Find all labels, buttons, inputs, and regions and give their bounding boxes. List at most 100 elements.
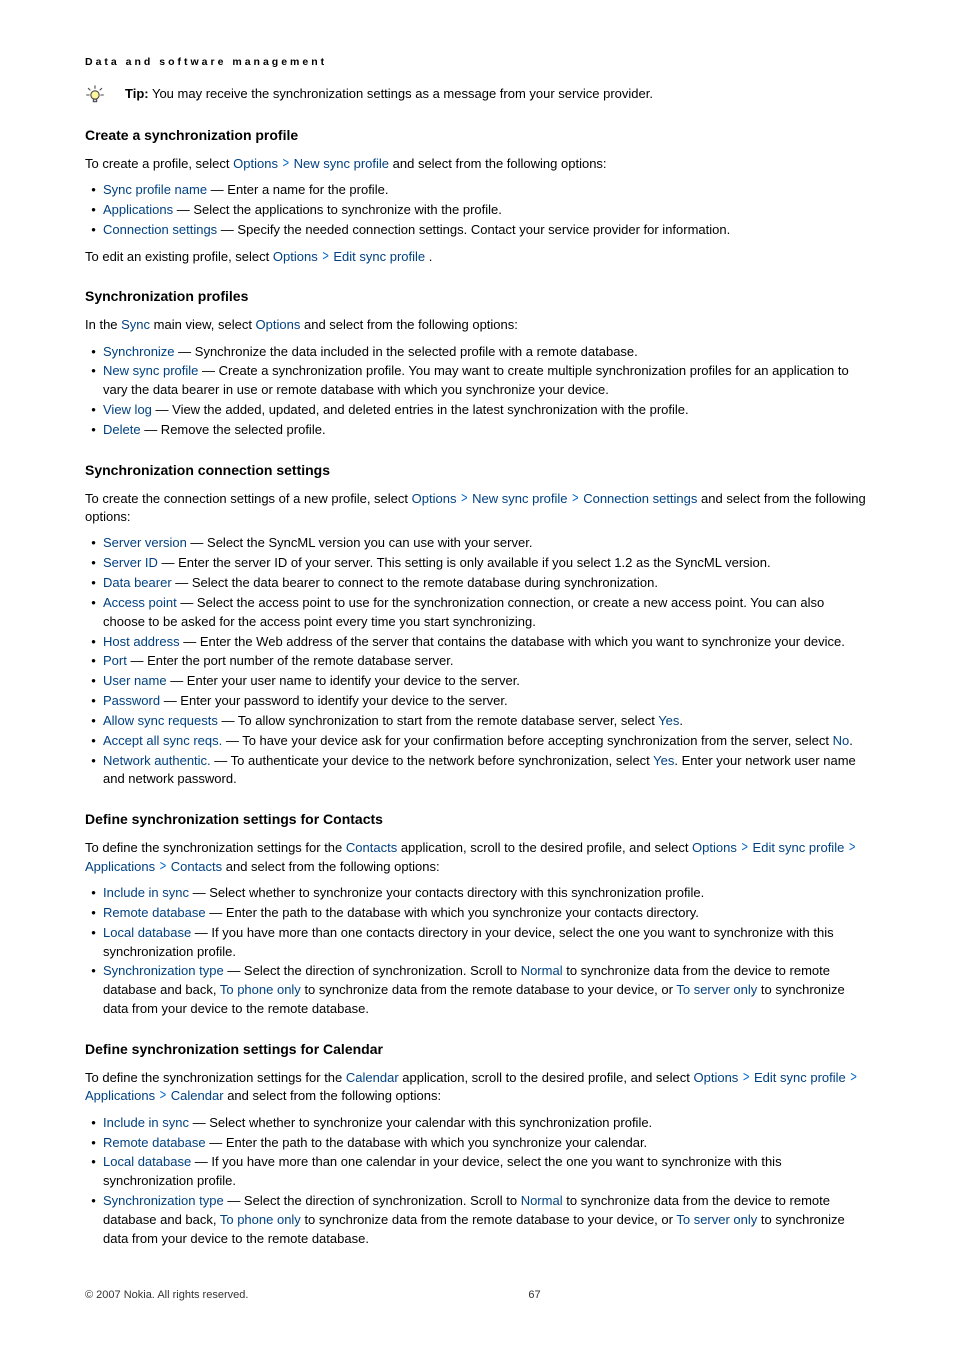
list-item: Synchronization type — Select the direct… [103,1192,869,1249]
sync-profiles-intro: In the Sync main view, select Options an… [85,316,869,334]
value-to-server-only: To server only [676,1212,757,1227]
chevron-icon: > [160,857,166,877]
list-item: Include in sync — Select whether to sync… [103,1114,869,1133]
list-item: Allow sync requests — To allow synchroni… [103,712,869,731]
option-desc: — Select the data bearer to connect to t… [172,575,658,590]
option-name: Password [103,693,160,708]
option-desc: — Select the access point to use for the… [103,595,824,629]
link-options[interactable]: Options [233,156,278,171]
tip-body: You may receive the synchronization sett… [149,86,653,101]
value-yes: Yes [658,713,679,728]
link-options[interactable]: Options [256,317,301,332]
option-desc: — Select the SyncML version you can use … [187,535,533,550]
option-name: Allow sync requests [103,713,218,728]
link-options[interactable]: Options [273,249,318,264]
option-name: Remote database [103,905,206,920]
option-name: Applications [103,202,173,217]
option-name: Connection settings [103,222,217,237]
option-desc: — Remove the selected profile. [141,422,326,437]
option-desc: — If you have more than one calendar in … [103,1154,782,1188]
text: To define the synchronization settings f… [85,840,346,855]
link-edit-sync-profile[interactable]: Edit sync profile [333,249,425,264]
text: to synchronize data from the remote data… [304,1212,676,1227]
list-item: Synchronize — Synchronize the data inclu… [103,343,869,362]
link-edit-sync-profile[interactable]: Edit sync profile [753,840,845,855]
list-item: Delete — Remove the selected profile. [103,421,869,440]
page-number: 67 [528,1289,540,1301]
text: To create a profile, select [85,156,233,171]
link-edit-sync-profile[interactable]: Edit sync profile [754,1070,846,1085]
heading-define-calendar: Define synchronization settings for Cale… [85,1041,869,1057]
list-item: Remote database — Enter the path to the … [103,1134,869,1153]
text: and select from the following options: [393,156,607,171]
text: In the [85,317,121,332]
list-item: Local database — If you have more than o… [103,1153,869,1191]
link-connection-settings[interactable]: Connection settings [583,491,697,506]
text: and select from the following options: [227,1088,441,1103]
define-calendar-intro: To define the synchronization settings f… [85,1069,869,1106]
option-name: View log [103,402,152,417]
text: and select from the following options: [304,317,518,332]
list-item: Synchronization type — Select the direct… [103,962,869,1019]
option-name: Server ID [103,555,158,570]
option-name: New sync profile [103,363,198,378]
text: main view, select [154,317,256,332]
option-desc: — Enter the port number of the remote da… [127,653,454,668]
link-new-sync-profile[interactable]: New sync profile [294,156,389,171]
option-name: Synchronization type [103,1193,224,1208]
option-desc: — Create a synchronization profile. You … [103,363,849,397]
list-item: Server ID — Enter the server ID of your … [103,554,869,573]
option-desc: — Select whether to synchronize your cal… [189,1115,652,1130]
list-item: Data bearer — Select the data bearer to … [103,574,869,593]
text: application, scroll to the desired profi… [402,1070,693,1085]
list-item: View log — View the added, updated, and … [103,401,869,420]
tip-label: Tip: [125,86,149,101]
text: To create the connection settings of a n… [85,491,412,506]
option-name: Network authentic. [103,753,211,768]
link-options[interactable]: Options [692,840,737,855]
option-name: Host address [103,634,180,649]
link-sync[interactable]: Sync [121,317,150,332]
link-contacts[interactable]: Contacts [346,840,397,855]
chevron-icon: > [322,248,328,268]
link-options[interactable]: Options [694,1070,739,1085]
option-desc: — Enter a name for the profile. [207,182,388,197]
text: and select from the following options: [226,859,440,874]
option-desc: — Enter the Web address of the server th… [180,634,845,649]
list-item: Local database — If you have more than o… [103,924,869,962]
link-applications[interactable]: Applications [85,1088,155,1103]
option-desc: — Select whether to synchronize your con… [189,885,704,900]
link-new-sync-profile[interactable]: New sync profile [472,491,567,506]
text: — Select the direction of synchronizatio… [227,1193,520,1208]
copyright: © 2007 Nokia. All rights reserved. [85,1289,248,1301]
link-calendar[interactable]: Calendar [346,1070,399,1085]
option-desc: — If you have more than one contacts dir… [103,925,834,959]
lightbulb-icon [85,85,105,105]
text: . [679,713,683,728]
link-contacts[interactable]: Contacts [171,859,222,874]
value-yes: Yes [653,753,674,768]
list-item: Applications — Select the applications t… [103,201,869,220]
heading-connection-settings: Synchronization connection settings [85,462,869,478]
define-contacts-intro: To define the synchronization settings f… [85,839,869,876]
option-desc: — Enter the server ID of your server. Th… [158,555,771,570]
text: to synchronize data from the remote data… [304,982,676,997]
list-item: Include in sync — Select whether to sync… [103,884,869,903]
option-name: Include in sync [103,1115,189,1130]
chevron-icon: > [850,1069,856,1089]
chevron-icon: > [741,839,747,859]
value-to-phone-only: To phone only [220,1212,301,1227]
list-item: Port — Enter the port number of the remo… [103,652,869,671]
link-applications[interactable]: Applications [85,859,155,874]
value-normal: Normal [521,1193,563,1208]
option-name: Accept all sync reqs. [103,733,222,748]
link-calendar[interactable]: Calendar [171,1088,224,1103]
option-name: Delete [103,422,141,437]
tip-callout: Tip: You may receive the synchronization… [85,86,869,105]
value-normal: Normal [521,963,563,978]
text: . [429,249,433,264]
heading-sync-profiles: Synchronization profiles [85,288,869,304]
option-name: Server version [103,535,187,550]
heading-create-profile: Create a synchronization profile [85,127,869,143]
link-options[interactable]: Options [412,491,457,506]
